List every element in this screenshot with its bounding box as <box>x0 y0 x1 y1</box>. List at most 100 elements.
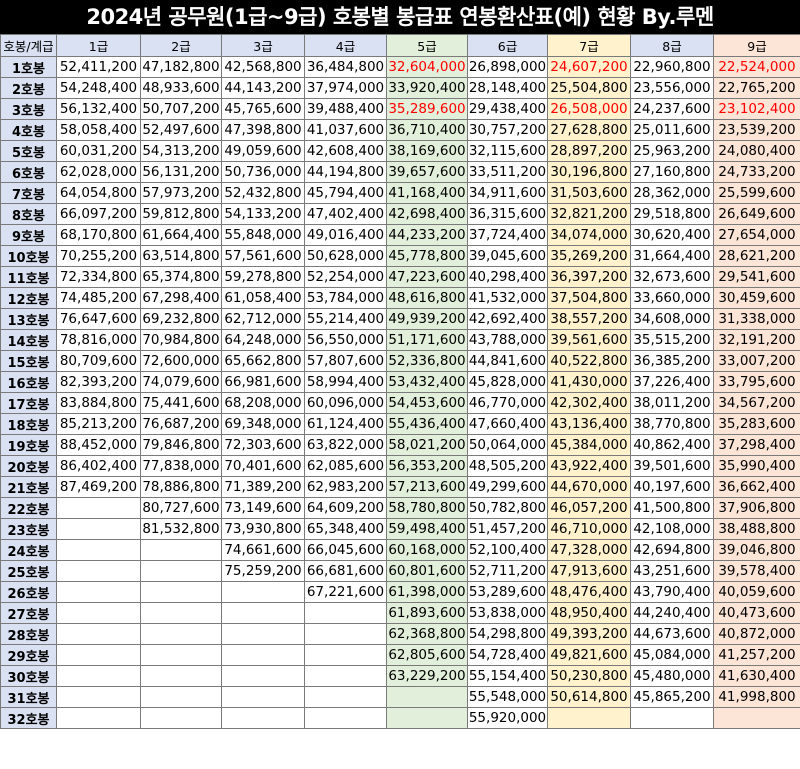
salary-cell: 22,765,200 <box>713 77 800 99</box>
salary-cell: 43,788,000 <box>467 329 548 351</box>
salary-cell: 33,920,400 <box>386 77 468 99</box>
salary-cell: 24,607,200 <box>547 56 631 78</box>
row-label: 29호봉 <box>0 644 57 666</box>
salary-cell: 52,497,600 <box>140 119 222 141</box>
salary-cell: 80,709,600 <box>56 350 141 372</box>
salary-cell <box>221 581 305 603</box>
salary-cell: 52,100,400 <box>467 539 548 561</box>
salary-cell: 49,059,600 <box>221 140 305 162</box>
salary-cell: 64,609,200 <box>304 497 387 519</box>
table-row: 4호봉 58,058,400 52,497,600 47,398,800 41,037,… <box>0 119 800 141</box>
salary-cell: 50,230,800 <box>547 665 631 687</box>
salary-cell: 41,430,000 <box>547 371 631 393</box>
salary-cell <box>221 644 305 666</box>
table-row: 21호봉 87,469,200 78,886,800 71,389,200 62,983… <box>0 476 800 498</box>
salary-cell: 57,973,200 <box>140 182 222 204</box>
salary-cell: 47,913,600 <box>547 560 631 582</box>
salary-cell: 42,608,400 <box>304 140 387 162</box>
salary-cell: 39,657,600 <box>386 161 468 183</box>
row-label: 19호봉 <box>0 434 57 456</box>
row-label: 17호봉 <box>0 392 57 414</box>
salary-cell: 56,550,000 <box>304 329 387 351</box>
header-grade: 8급 <box>630 34 714 57</box>
salary-cell: 30,620,400 <box>630 224 714 246</box>
salary-cell: 32,191,200 <box>713 329 800 351</box>
salary-cell: 58,058,400 <box>56 119 141 141</box>
salary-cell: 56,353,200 <box>386 455 468 477</box>
salary-cell: 57,213,600 <box>386 476 468 498</box>
salary-cell: 50,628,000 <box>304 245 387 267</box>
salary-cell: 54,248,400 <box>56 77 141 99</box>
row-label: 10호봉 <box>0 245 57 267</box>
salary-cell: 61,058,400 <box>221 287 305 309</box>
salary-cell: 33,007,200 <box>713 350 800 372</box>
salary-cell: 42,108,000 <box>630 518 714 540</box>
row-label: 16호봉 <box>0 371 57 393</box>
salary-cell: 65,662,800 <box>221 350 305 372</box>
salary-cell: 42,302,400 <box>547 392 631 414</box>
salary-cell: 42,698,400 <box>386 203 468 225</box>
salary-table: 호봉/계급 1급 2급 3급 4급 5급 6급 7급 8급 9급 1호봉 52,411,200 47,… <box>0 34 800 729</box>
salary-cell: 57,561,600 <box>221 245 305 267</box>
salary-cell: 53,432,400 <box>386 371 468 393</box>
salary-cell: 66,097,200 <box>56 203 141 225</box>
salary-cell: 24,237,600 <box>630 98 714 120</box>
salary-cell <box>304 707 387 729</box>
row-label: 11호봉 <box>0 266 57 288</box>
salary-cell: 39,578,400 <box>713 560 800 582</box>
salary-cell: 63,229,200 <box>386 665 468 687</box>
row-label: 28호봉 <box>0 623 57 645</box>
table-row: 31호봉 55,548,000 50,614,800 45,865,200 41,998… <box>0 686 800 708</box>
salary-cell <box>304 644 387 666</box>
salary-cell: 38,169,600 <box>386 140 468 162</box>
salary-cell: 35,289,600 <box>386 98 468 120</box>
salary-cell <box>547 707 631 729</box>
salary-cell <box>304 665 387 687</box>
salary-cell: 62,085,600 <box>304 455 387 477</box>
row-label: 8호봉 <box>0 203 57 225</box>
salary-cell <box>140 539 222 561</box>
salary-cell: 38,488,800 <box>713 518 800 540</box>
salary-cell: 41,037,600 <box>304 119 387 141</box>
row-label: 26호봉 <box>0 581 57 603</box>
salary-cell: 24,733,200 <box>713 161 800 183</box>
salary-cell: 28,362,000 <box>630 182 714 204</box>
salary-cell: 35,990,400 <box>713 455 800 477</box>
salary-cell: 32,821,200 <box>547 203 631 225</box>
salary-cell: 30,757,200 <box>467 119 548 141</box>
table-row: 30호봉 63,229,200 55,154,400 50,230,800 45,480… <box>0 665 800 687</box>
salary-cell: 38,770,800 <box>630 413 714 435</box>
salary-cell: 45,794,400 <box>304 182 387 204</box>
salary-cell <box>140 602 222 624</box>
header-grade: 7급 <box>547 34 631 57</box>
table-row: 14호봉 78,816,000 70,984,800 64,248,000 56,550… <box>0 329 800 351</box>
salary-cell: 29,518,800 <box>630 203 714 225</box>
salary-cell: 33,795,600 <box>713 371 800 393</box>
table-row: 26호봉 67,221,600 61,398,000 53,289,600 48,476… <box>0 581 800 603</box>
table-row: 29호봉 62,805,600 54,728,400 49,821,600 45,084… <box>0 644 800 666</box>
salary-cell: 65,374,800 <box>140 266 222 288</box>
salary-cell: 59,812,800 <box>140 203 222 225</box>
salary-cell: 73,930,800 <box>221 518 305 540</box>
salary-cell: 31,664,400 <box>630 245 714 267</box>
salary-cell: 28,897,200 <box>547 140 631 162</box>
salary-cell: 41,500,800 <box>630 497 714 519</box>
salary-cell: 45,384,000 <box>547 434 631 456</box>
salary-cell <box>56 644 141 666</box>
salary-cell: 38,011,200 <box>630 392 714 414</box>
salary-cell: 40,522,800 <box>547 350 631 372</box>
salary-cell: 34,608,000 <box>630 308 714 330</box>
salary-cell: 49,821,600 <box>547 644 631 666</box>
salary-cell: 44,841,600 <box>467 350 548 372</box>
salary-cell: 40,473,600 <box>713 602 800 624</box>
table-header-row: 호봉/계급 1급 2급 3급 4급 5급 6급 7급 8급 9급 <box>0 34 800 57</box>
salary-cell: 38,557,200 <box>547 308 631 330</box>
salary-cell: 51,171,600 <box>386 329 468 351</box>
salary-cell: 33,511,200 <box>467 161 548 183</box>
salary-cell: 74,485,200 <box>56 287 141 309</box>
salary-cell <box>140 686 222 708</box>
salary-cell: 46,057,200 <box>547 497 631 519</box>
row-label: 14호봉 <box>0 329 57 351</box>
salary-cell: 31,338,000 <box>713 308 800 330</box>
salary-cell: 40,298,400 <box>467 266 548 288</box>
